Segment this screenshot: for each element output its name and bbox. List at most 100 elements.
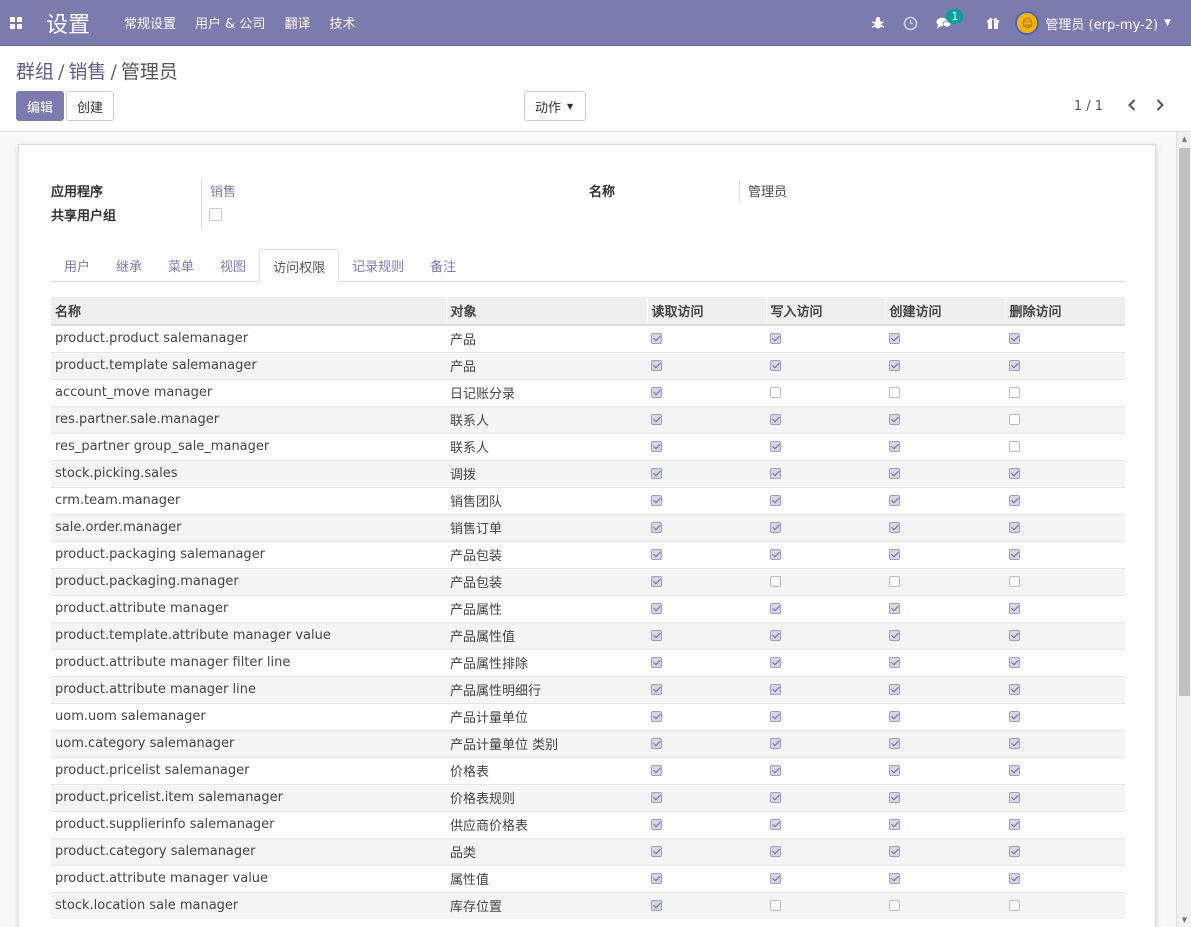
access-write-checkbox[interactable] xyxy=(770,603,781,614)
access-read-checkbox[interactable] xyxy=(651,738,662,749)
access-create-checkbox[interactable] xyxy=(889,657,900,668)
access-create-checkbox[interactable] xyxy=(889,387,900,398)
access-write-checkbox[interactable] xyxy=(770,684,781,695)
access-unlink-checkbox[interactable] xyxy=(1009,846,1020,857)
access-write-checkbox[interactable] xyxy=(770,387,781,398)
tab-inherited[interactable]: 继承 xyxy=(103,249,155,282)
access-read-checkbox[interactable] xyxy=(651,630,662,641)
menu-technical[interactable]: 技术 xyxy=(329,13,355,32)
table-row[interactable]: res_partner group_sale_manager 联系人 xyxy=(51,432,1125,460)
table-row[interactable]: res.partner.sale.manager 联系人 xyxy=(51,405,1125,433)
access-create-checkbox[interactable] xyxy=(889,792,900,803)
access-write-checkbox[interactable] xyxy=(770,441,781,452)
tab-access-rights[interactable]: 访问权限 xyxy=(259,249,340,283)
table-row[interactable]: sale.order.manager 销售订单 xyxy=(51,513,1125,541)
access-create-checkbox[interactable] xyxy=(889,630,900,641)
bug-icon[interactable] xyxy=(861,0,894,46)
access-create-checkbox[interactable] xyxy=(889,873,900,884)
access-unlink-checkbox[interactable] xyxy=(1009,738,1020,749)
access-unlink-checkbox[interactable] xyxy=(1009,549,1020,560)
menu-translations[interactable]: 翻译 xyxy=(284,13,310,32)
access-read-checkbox[interactable] xyxy=(651,549,662,560)
table-row[interactable]: account_move manager 日记账分录 xyxy=(51,378,1125,406)
table-row[interactable]: product.attribute manager value 属性值 xyxy=(51,864,1125,892)
chevron-right-icon[interactable] xyxy=(1150,95,1170,115)
scrollbar-thumb[interactable] xyxy=(1179,148,1190,696)
access-read-checkbox[interactable] xyxy=(651,333,662,345)
access-unlink-checkbox[interactable] xyxy=(1009,711,1020,722)
access-read-checkbox[interactable] xyxy=(651,873,662,884)
access-unlink-checkbox[interactable] xyxy=(1009,873,1020,884)
access-unlink-checkbox[interactable] xyxy=(1009,684,1020,695)
access-unlink-checkbox[interactable] xyxy=(1009,603,1020,614)
table-row[interactable]: product.pricelist.item salemanager 价格表规则 xyxy=(51,783,1125,811)
table-row[interactable]: stock.location sale manager 库存位置 xyxy=(51,891,1125,919)
access-create-checkbox[interactable] xyxy=(889,765,900,776)
col-name-header[interactable]: 名称 xyxy=(51,297,446,326)
tab-users[interactable]: 用户 xyxy=(51,249,103,282)
col-read-header[interactable]: 读取访问 xyxy=(646,297,766,326)
tab-menus[interactable]: 菜单 xyxy=(155,249,207,282)
access-read-checkbox[interactable] xyxy=(651,387,662,398)
shared-group-checkbox[interactable] xyxy=(209,207,222,222)
access-write-checkbox[interactable] xyxy=(770,360,781,371)
access-read-checkbox[interactable] xyxy=(651,846,662,857)
access-unlink-checkbox[interactable] xyxy=(1009,387,1020,398)
access-create-checkbox[interactable] xyxy=(889,684,900,695)
app-brand[interactable]: 设置 xyxy=(46,7,90,39)
chevron-left-icon[interactable] xyxy=(1122,95,1142,115)
action-dropdown-button[interactable]: 动作 ▼ xyxy=(524,91,586,121)
access-unlink-checkbox[interactable] xyxy=(1009,522,1020,533)
access-write-checkbox[interactable] xyxy=(770,792,781,803)
table-row[interactable]: stock.picking.sales 调拨 xyxy=(51,459,1125,487)
access-write-checkbox[interactable] xyxy=(770,846,781,857)
access-unlink-checkbox[interactable] xyxy=(1009,576,1020,587)
access-unlink-checkbox[interactable] xyxy=(1009,819,1020,830)
chat-icon[interactable]: 1 xyxy=(927,0,964,46)
access-unlink-checkbox[interactable] xyxy=(1009,441,1020,452)
access-write-checkbox[interactable] xyxy=(770,495,781,506)
create-button[interactable]: 创建 xyxy=(66,91,115,121)
breadcrumb-sales[interactable]: 销售 xyxy=(68,61,106,83)
access-unlink-checkbox[interactable] xyxy=(1009,360,1020,371)
tab-notes[interactable]: 备注 xyxy=(417,249,469,282)
scroll-down-arrow-icon[interactable]: ▼ xyxy=(1177,913,1191,927)
access-create-checkbox[interactable] xyxy=(889,846,900,857)
col-delete-header[interactable]: 删除访问 xyxy=(1004,297,1125,326)
access-create-checkbox[interactable] xyxy=(889,711,900,722)
access-read-checkbox[interactable] xyxy=(651,684,662,695)
access-read-checkbox[interactable] xyxy=(651,441,662,452)
table-row[interactable]: product.packaging.manager 产品包装 xyxy=(51,567,1125,595)
access-create-checkbox[interactable] xyxy=(889,900,900,912)
col-object-header[interactable]: 对象 xyxy=(445,297,647,326)
table-row[interactable]: product.category salemanager 品类 xyxy=(51,837,1125,865)
apps-menu-icon[interactable] xyxy=(0,0,32,46)
vertical-scrollbar[interactable]: ▲ ▼ xyxy=(1176,132,1191,927)
access-read-checkbox[interactable] xyxy=(651,819,662,830)
tab-record-rules[interactable]: 记录规则 xyxy=(339,249,417,282)
table-row[interactable]: crm.team.manager 销售团队 xyxy=(51,486,1125,514)
user-menu[interactable]: ☺ 管理员 (erp-my-2) ▼ xyxy=(1015,11,1171,35)
access-unlink-checkbox[interactable] xyxy=(1009,414,1020,425)
clock-icon[interactable] xyxy=(894,0,927,46)
access-write-checkbox[interactable] xyxy=(770,630,781,641)
access-read-checkbox[interactable] xyxy=(651,792,662,803)
access-unlink-checkbox[interactable] xyxy=(1009,900,1020,912)
access-create-checkbox[interactable] xyxy=(889,441,900,452)
access-unlink-checkbox[interactable] xyxy=(1009,333,1020,345)
access-create-checkbox[interactable] xyxy=(889,603,900,614)
access-unlink-checkbox[interactable] xyxy=(1009,495,1020,506)
table-row[interactable]: product.template.attribute manager value… xyxy=(51,621,1125,649)
access-write-checkbox[interactable] xyxy=(770,576,781,587)
access-unlink-checkbox[interactable] xyxy=(1009,765,1020,776)
access-write-checkbox[interactable] xyxy=(770,549,781,560)
access-write-checkbox[interactable] xyxy=(770,900,781,912)
tab-views[interactable]: 视图 xyxy=(207,249,259,282)
access-write-checkbox[interactable] xyxy=(770,765,781,776)
table-row[interactable]: uom.category salemanager 产品计量单位 类别 xyxy=(51,729,1125,757)
table-row[interactable]: product.attribute manager line 产品属性明细行 xyxy=(51,675,1125,703)
access-write-checkbox[interactable] xyxy=(770,522,781,533)
access-read-checkbox[interactable] xyxy=(651,603,662,614)
access-read-checkbox[interactable] xyxy=(651,765,662,776)
access-write-checkbox[interactable] xyxy=(770,468,781,479)
